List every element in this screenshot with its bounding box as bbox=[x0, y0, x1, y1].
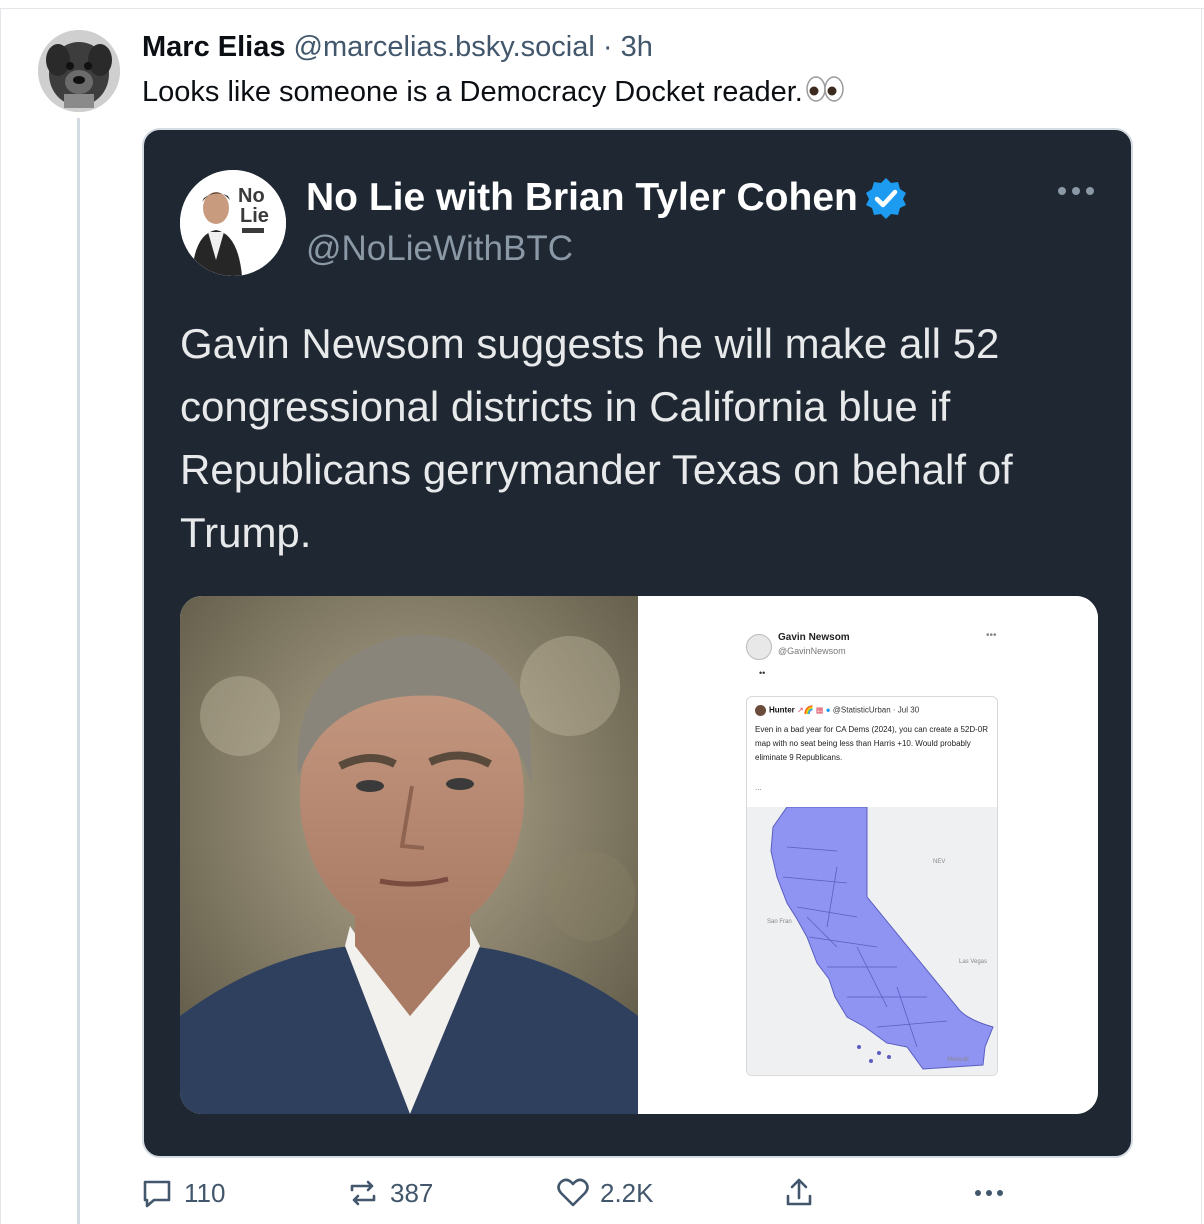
map-label-san-francisco: San Fran bbox=[767, 919, 792, 925]
more-actions-button[interactable] bbox=[972, 1176, 1016, 1210]
ss-more-icon: ••• bbox=[986, 630, 997, 641]
embed-logo-line1: No bbox=[238, 185, 265, 207]
embed-post-text: Gavin Newsom suggests he will make all 5… bbox=[180, 320, 1013, 556]
map-label-las-vegas: Las Vegas bbox=[959, 959, 987, 965]
ss-author-handle: @GavinNewsom bbox=[778, 646, 846, 656]
ss-reply-dots: •• bbox=[759, 668, 766, 678]
ss-quote-handle-time: @StatisticUrban · Jul 30 bbox=[832, 705, 920, 715]
reply-button[interactable]: 110 bbox=[140, 1176, 225, 1210]
newsom-tweet-screenshot[interactable]: Gavin Newsom @GavinNewsom ••• •• Hunter … bbox=[642, 596, 1098, 1114]
post-time[interactable]: 3h bbox=[621, 31, 653, 63]
repost-count: 387 bbox=[390, 1177, 434, 1208]
card-top-border bbox=[0, 8, 1204, 9]
author-handle[interactable]: @marcelias.bsky.social bbox=[294, 31, 595, 63]
newsom-photo[interactable] bbox=[180, 596, 638, 1114]
california-district-map: NEV Las Vegas San Fran Mexicali bbox=[747, 806, 997, 1075]
ss-quote-ellipsis: ... bbox=[755, 783, 762, 792]
heart-icon bbox=[557, 1178, 589, 1207]
map-label-nev: NEV bbox=[933, 859, 945, 865]
verified-badge-icon bbox=[864, 176, 908, 225]
ss-quote-author: Hunter bbox=[769, 705, 795, 715]
post-header: Marc Elias @marcelias.bsky.social · 3h bbox=[142, 30, 653, 64]
repost-icon bbox=[350, 1180, 376, 1206]
like-button[interactable]: 2.2K bbox=[556, 1176, 654, 1210]
embedded-post[interactable]: No Lie No Lie with Brian Tyler Cohen @No… bbox=[142, 128, 1133, 1158]
author-avatar[interactable] bbox=[38, 30, 120, 112]
card-right-border bbox=[1201, 8, 1202, 1224]
ss-quote-header: Hunter ↗🌈 ▦ ● @StatisticUrban · Jul 30 bbox=[755, 705, 919, 716]
ss-avatar bbox=[746, 634, 772, 660]
more-options-icon[interactable] bbox=[1056, 184, 1096, 203]
ss-quote-emoji-icons: ↗🌈 ▦ bbox=[797, 705, 826, 715]
post-text-content: Looks like someone is a Democracy Docket… bbox=[142, 76, 803, 109]
share-button[interactable] bbox=[782, 1176, 826, 1210]
ss-author-name: Gavin Newsom bbox=[778, 632, 850, 643]
embed-author-handle[interactable]: @NoLieWithBTC bbox=[306, 228, 573, 270]
post-actions: 110 387 2.2K bbox=[140, 1176, 1140, 1220]
embed-author-name[interactable]: No Lie with Brian Tyler Cohen bbox=[306, 176, 858, 220]
reply-icon bbox=[143, 1180, 171, 1208]
map-label-mexicali: Mexicali bbox=[947, 1057, 969, 1063]
post-text: Looks like someone is a Democracy Docket… bbox=[142, 74, 845, 113]
embed-logo-line2: Lie bbox=[240, 205, 269, 227]
author-name[interactable]: Marc Elias bbox=[142, 31, 285, 63]
share-icon bbox=[786, 1178, 812, 1206]
header-separator: · bbox=[602, 31, 613, 63]
like-count: 2.2K bbox=[600, 1177, 654, 1208]
repost-button[interactable]: 387 bbox=[346, 1176, 433, 1210]
embed-avatar[interactable]: No Lie bbox=[180, 170, 286, 276]
thread-line bbox=[77, 118, 80, 1224]
embed-media[interactable]: Gavin Newsom @GavinNewsom ••• •• Hunter … bbox=[180, 596, 1098, 1114]
reply-count: 110 bbox=[184, 1177, 226, 1208]
card-left-border bbox=[0, 8, 1, 1224]
ss-quote-avatar bbox=[755, 705, 766, 716]
ss-quote-text: Even in a bad year for CA Dems (2024), y… bbox=[755, 725, 989, 762]
ellipsis-icon bbox=[975, 1190, 1003, 1196]
ss-quoted-tweet: Hunter ↗🌈 ▦ ● @StatisticUrban · Jul 30 E… bbox=[746, 696, 998, 1076]
eyes-emoji-icon bbox=[805, 74, 845, 113]
ss-quote-verified-icon: ● bbox=[825, 705, 831, 715]
